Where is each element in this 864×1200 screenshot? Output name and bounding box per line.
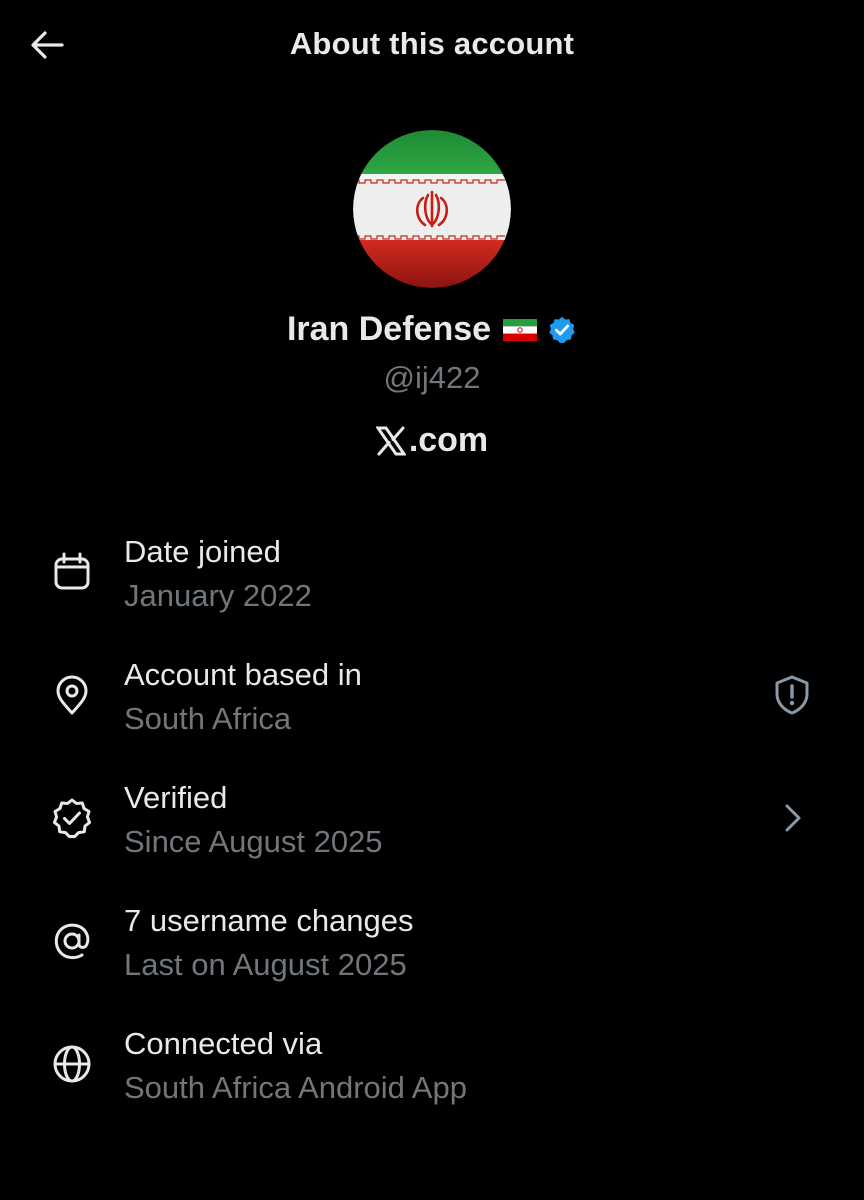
profile-name-row: Iran Defense (0, 310, 864, 349)
chevron-right-icon (785, 804, 801, 832)
verified-outline-icon (52, 798, 92, 839)
info-value: South Africa (124, 701, 292, 736)
iran-flag-avatar (353, 130, 511, 288)
verified-badge-icon[interactable] (547, 315, 577, 345)
info-value: Last on August 2025 (124, 947, 407, 982)
x-com-link[interactable]: .com (0, 421, 864, 460)
info-row-account-based-in: Account based in South Africa (0, 653, 864, 776)
shield-alert-icon (775, 675, 809, 715)
info-title: Date joined (124, 534, 281, 569)
x-com-label: .com (408, 421, 489, 459)
info-value: Since August 2025 (124, 824, 383, 859)
x-logo-icon (375, 426, 406, 455)
info-title: Verified (124, 780, 228, 815)
info-value: South Africa Android App (124, 1070, 467, 1105)
info-row-date-joined: Date joined January 2022 (0, 530, 864, 653)
about-account-page: About this account Iran Defense @ij422 .… (0, 0, 864, 1200)
location-info-button[interactable] (770, 673, 814, 717)
calendar-icon (54, 552, 90, 590)
page-title: About this account (289, 26, 575, 61)
at-sign-icon (54, 923, 90, 960)
info-title: 7 username changes (124, 903, 414, 938)
account-info-list: Date joined January 2022 Account based i… (0, 530, 864, 1145)
display-name: Iran Defense (286, 310, 492, 348)
avatar[interactable] (353, 130, 511, 288)
info-row-username-changes: 7 username changes Last on August 2025 (0, 899, 864, 1022)
username-handle: @ij422 (383, 360, 481, 395)
globe-icon (53, 1045, 91, 1083)
info-row-connected-via: Connected via South Africa Android App (0, 1022, 864, 1145)
location-pin-icon (56, 675, 88, 715)
info-title: Connected via (124, 1026, 323, 1061)
top-bar: About this account (0, 0, 864, 90)
iran-flag-emoji (503, 318, 538, 341)
info-row-verified[interactable]: Verified Since August 2025 (0, 776, 864, 899)
info-title: Account based in (124, 657, 362, 692)
info-value: January 2022 (124, 578, 312, 613)
verified-details-button[interactable] (770, 796, 814, 840)
